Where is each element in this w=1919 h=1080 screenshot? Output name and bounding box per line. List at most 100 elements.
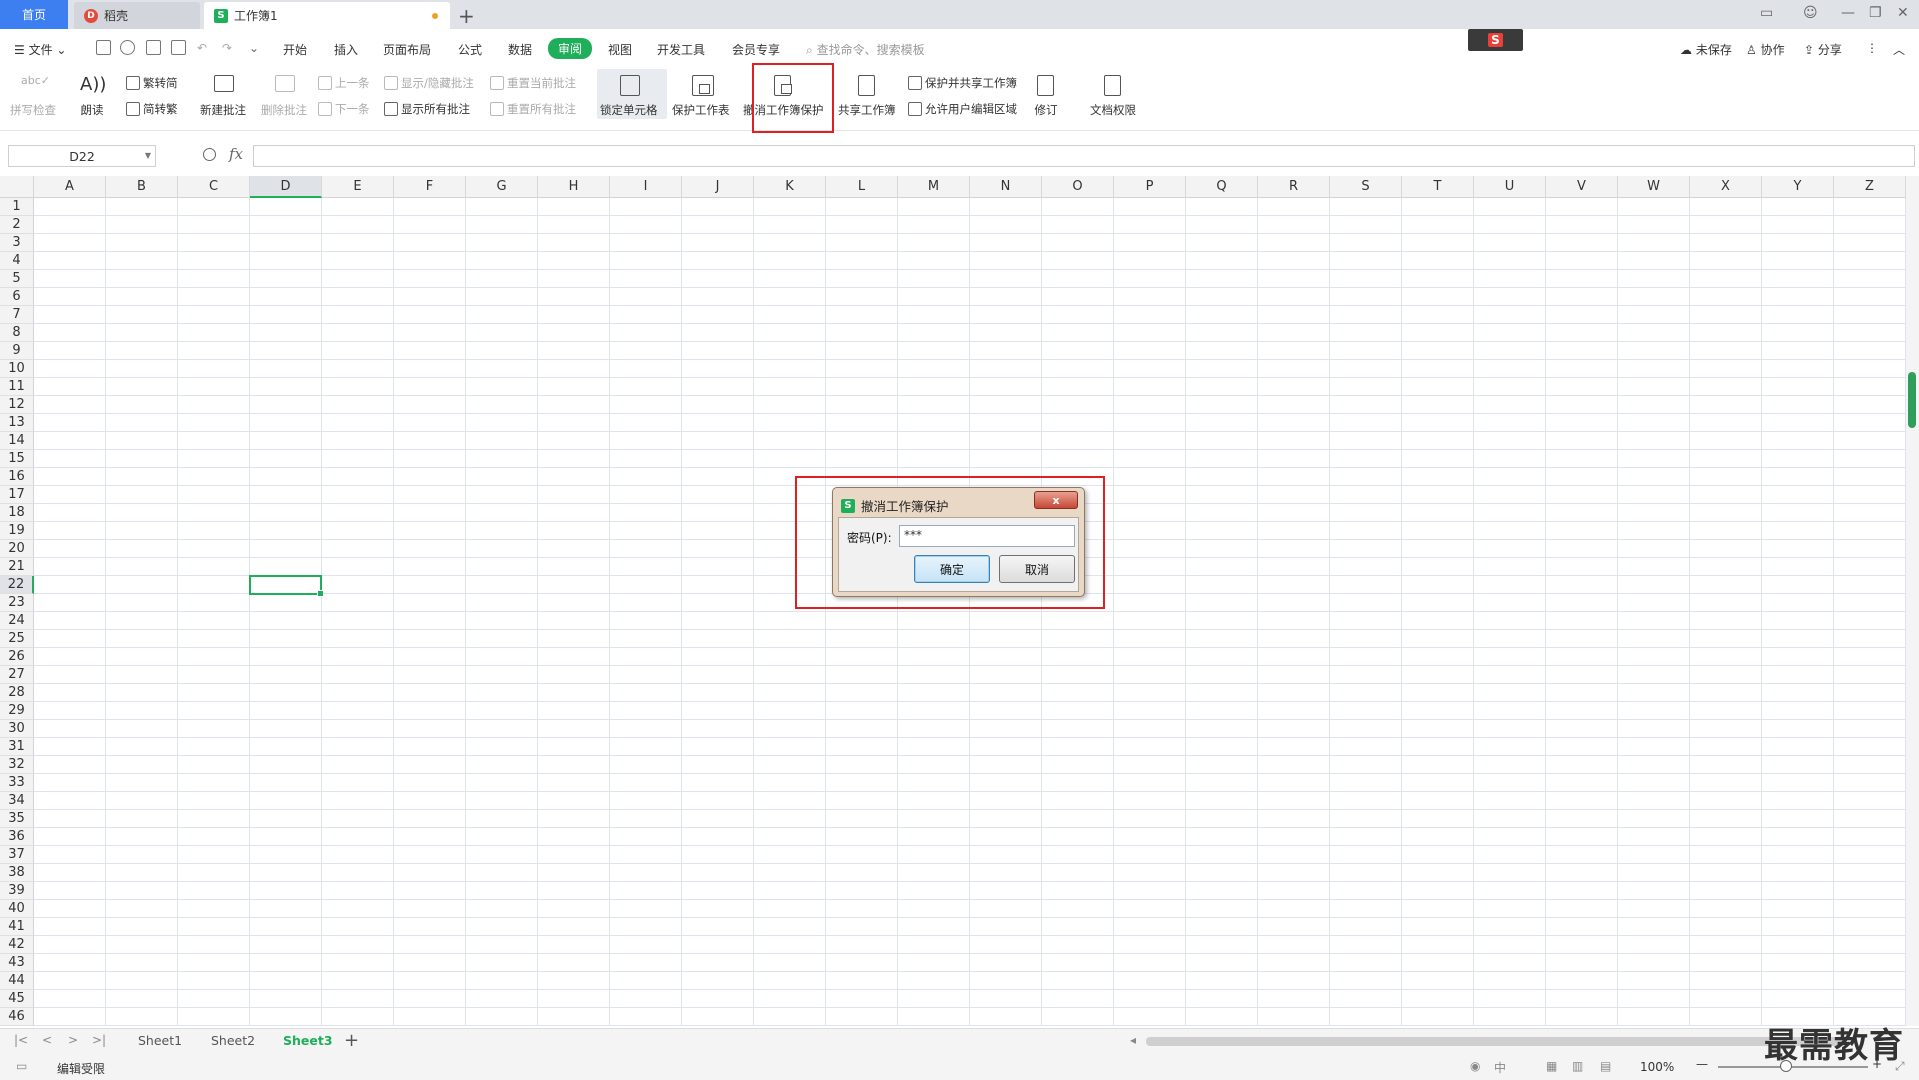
simp-to-trad-button[interactable]: 简转繁 [126,101,178,117]
row-header[interactable]: 17 [0,486,34,504]
row-header[interactable]: 24 [0,612,34,630]
undo-icon[interactable]: ↶ [197,41,207,55]
more-icon[interactable]: ⋮ [1866,41,1878,55]
input-method-icon[interactable]: 中 [1494,1059,1506,1076]
user-avatar-icon[interactable]: ☺ [1803,5,1818,21]
revise-button[interactable]: 修订 [1034,69,1058,127]
row-header[interactable]: 13 [0,414,34,432]
row-header[interactable]: 29 [0,702,34,720]
row-header[interactable]: 6 [0,288,34,306]
column-header[interactable]: Y [1762,176,1834,198]
zoom-out-icon[interactable]: — [1696,1057,1708,1071]
row-header[interactable]: 23 [0,594,34,612]
column-header[interactable]: O [1042,176,1114,198]
row-header[interactable]: 28 [0,684,34,702]
row-header[interactable]: 30 [0,720,34,738]
vertical-scroll-thumb[interactable] [1908,372,1916,428]
sheet-tab-2[interactable]: Sheet2 [211,1033,255,1048]
column-header[interactable]: C [178,176,250,198]
row-header[interactable]: 14 [0,432,34,450]
row-header[interactable]: 3 [0,234,34,252]
row-header[interactable]: 15 [0,450,34,468]
row-header[interactable]: 19 [0,522,34,540]
tab-home[interactable]: 首页 [0,0,68,29]
zoom-formula-icon[interactable] [203,148,216,161]
share-workbook-button[interactable]: 共享工作簿 [838,69,896,127]
allow-edit-ranges-button[interactable]: 允许用户编辑区域 [908,101,1017,117]
row-header[interactable]: 34 [0,792,34,810]
restore-icon[interactable]: ❐ [1869,5,1882,21]
toggle-comment-button[interactable]: 显示/隐藏批注 [384,75,474,91]
row-header[interactable]: 41 [0,918,34,936]
row-header[interactable]: 5 [0,270,34,288]
quick-access-dropdown-icon[interactable]: ⌄ [249,41,259,55]
column-header[interactable]: Q [1186,176,1258,198]
unsaved-button[interactable]: ☁ 未保存 [1680,41,1732,58]
wps-badge-icon[interactable]: S [1468,29,1523,51]
minimize-icon[interactable]: — [1841,5,1855,21]
menu-view[interactable]: 视图 [608,41,632,58]
sheet-tab-3[interactable]: Sheet3 [283,1033,333,1048]
row-header[interactable]: 31 [0,738,34,756]
menu-review[interactable]: 审阅 [548,38,593,59]
row-header[interactable]: 27 [0,666,34,684]
page-layout-view-icon[interactable]: ▤ [1600,1059,1611,1073]
protect-share-workbook-button[interactable]: 保护并共享工作簿 [908,75,1017,91]
menu-data[interactable]: 数据 [508,41,532,58]
name-box[interactable]: D22 ▼ [8,145,156,167]
command-search[interactable]: ⌕ 查找命令、搜索模板 [806,41,925,58]
window-layout-icon[interactable]: ▭ [1760,5,1773,21]
show-all-comments-button[interactable]: 显示所有批注 [384,101,470,117]
column-header[interactable]: F [394,176,466,198]
reset-all-comments-button[interactable]: 重置所有批注 [490,101,576,117]
save-icon[interactable] [96,40,111,55]
prev-comment-button[interactable]: 上一条 [318,75,370,91]
column-header[interactable]: I [610,176,682,198]
row-header[interactable]: 32 [0,756,34,774]
column-header[interactable]: J [682,176,754,198]
row-header[interactable]: 40 [0,900,34,918]
eye-protection-icon[interactable]: ◉ [1470,1059,1480,1073]
last-sheet-icon[interactable]: >| [92,1033,106,1047]
doc-permission-button[interactable]: 文档权限 [1090,69,1136,127]
new-comment-button[interactable]: 新建批注 [200,69,246,127]
cell-area[interactable] [34,198,1906,1026]
row-header[interactable]: 4 [0,252,34,270]
macro-record-icon[interactable]: ▭ [16,1059,27,1073]
dialog-close-button[interactable]: x [1034,491,1078,509]
zoom-level[interactable]: 100% [1640,1060,1674,1074]
tab-workbook[interactable]: S 工作簿1 [204,2,450,29]
column-header[interactable]: L [826,176,898,198]
row-header[interactable]: 8 [0,324,34,342]
prev-sheet-icon[interactable]: < [42,1033,52,1047]
cancel-button[interactable]: 取消 [999,555,1075,583]
row-header[interactable]: 44 [0,972,34,990]
add-sheet-icon[interactable]: + [344,1030,359,1051]
row-header[interactable]: 46 [0,1008,34,1026]
sheet-tab-1[interactable]: Sheet1 [138,1033,182,1048]
row-header[interactable]: 26 [0,648,34,666]
select-all-corner[interactable] [0,176,34,198]
menu-member[interactable]: 会员专享 [732,41,780,58]
spell-check-button[interactable]: abc✓ 拼写检查 [10,69,56,127]
column-header[interactable]: Z [1834,176,1906,198]
print-preview-icon[interactable] [171,40,186,55]
menu-start[interactable]: 开始 [283,41,307,58]
delete-comment-button[interactable]: 删除批注 [261,69,307,127]
column-header[interactable]: T [1402,176,1474,198]
password-field[interactable]: *** [899,525,1075,547]
column-header[interactable]: G [466,176,538,198]
row-header[interactable]: 33 [0,774,34,792]
collab-button[interactable]: ♙ 协作 [1746,41,1785,58]
row-header[interactable]: 18 [0,504,34,522]
column-header[interactable]: E [322,176,394,198]
menu-insert[interactable]: 插入 [334,41,358,58]
column-header[interactable]: P [1114,176,1186,198]
row-header[interactable]: 39 [0,882,34,900]
protect-sheet-button[interactable]: 保护工作表 [672,69,730,127]
row-header[interactable]: 16 [0,468,34,486]
column-header[interactable]: U [1474,176,1546,198]
row-header[interactable]: 10 [0,360,34,378]
column-header[interactable]: D [250,176,322,198]
row-header[interactable]: 21 [0,558,34,576]
